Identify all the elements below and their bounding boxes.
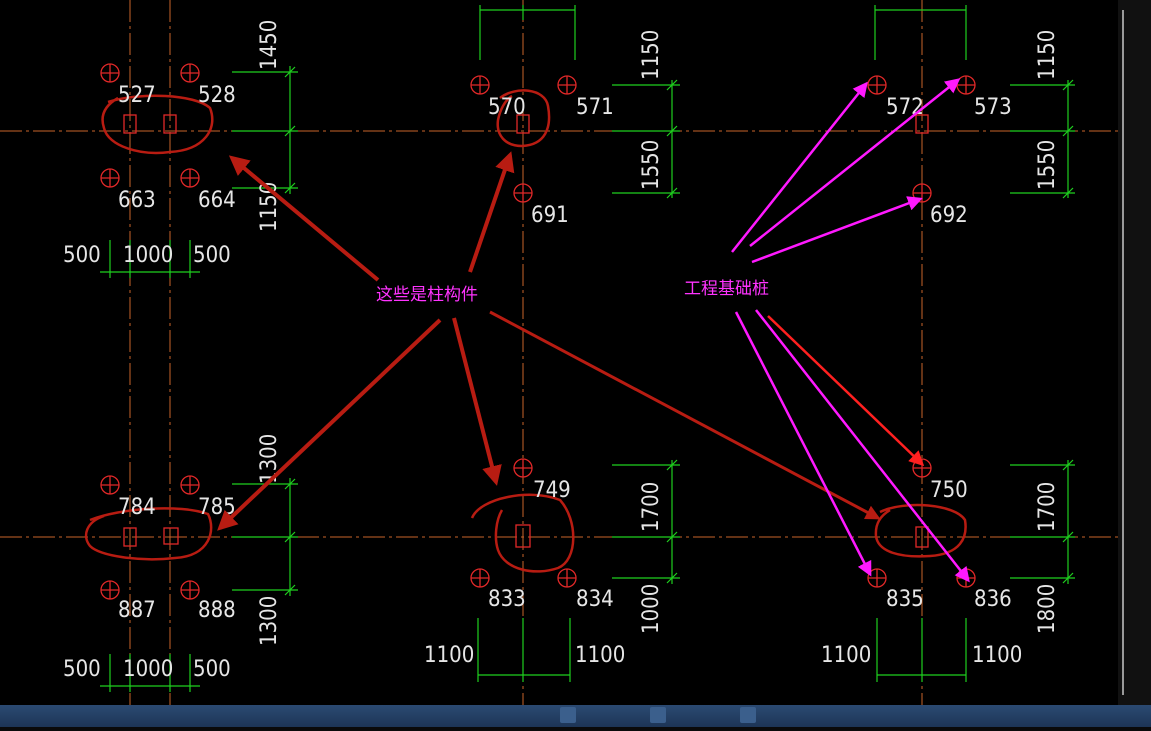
pile-number: 888 [198, 598, 236, 623]
panel-divider [1122, 10, 1148, 695]
pile-icon [180, 168, 200, 188]
dim-text: 500 [193, 243, 231, 268]
pile-icon [956, 75, 976, 95]
pile-icon [513, 458, 533, 478]
pile-number: 749 [533, 478, 571, 503]
pile-icon [513, 183, 533, 203]
dim-text: 1000 [123, 657, 173, 682]
dim-text: 1300 [257, 434, 282, 484]
pile-number: 570 [488, 95, 526, 120]
arrow-icon [228, 155, 380, 282]
pile-number: 692 [930, 203, 968, 228]
pile-icon [180, 580, 200, 600]
pile-number: 664 [198, 188, 236, 213]
pile-icon [180, 63, 200, 83]
column-annotation-label: 这些是柱构件 [376, 285, 478, 305]
dim-text: 1300 [257, 596, 282, 646]
dim-text: 1000 [639, 584, 664, 634]
dim-text: 500 [193, 657, 231, 682]
pile-number: 573 [974, 95, 1012, 120]
bottom-taskbar [0, 705, 1151, 727]
pile-icon [912, 458, 932, 478]
pile-number: 887 [118, 598, 156, 623]
dim-text: 1700 [639, 482, 664, 532]
drawing-svg: 1450 1150 500 1000 500 1150 1550 1150 15… [0, 0, 1118, 705]
pile-icon [867, 568, 887, 588]
dim-text: 1100 [821, 643, 871, 668]
dim-text: 1100 [575, 643, 625, 668]
taskbar-button[interactable] [740, 707, 756, 723]
arrow-icon [751, 196, 923, 264]
pile-icon [867, 75, 887, 95]
pile-number: 750 [930, 478, 968, 503]
arrow-icon [217, 318, 442, 531]
axis-lines [0, 0, 1118, 705]
arrow-icon [755, 309, 970, 583]
dim-text: 500 [63, 657, 101, 682]
pile-number: 572 [886, 95, 924, 120]
arrow-icon [749, 78, 961, 247]
arrow-icon [468, 151, 515, 273]
dim-text: 1450 [257, 20, 282, 70]
pile-number: 528 [198, 83, 236, 108]
pile-number: 836 [974, 587, 1012, 612]
pile-icon [100, 168, 120, 188]
pile-annotation-label: 工程基础桩 [684, 279, 769, 299]
pile-icon [557, 75, 577, 95]
pile-icon [100, 580, 120, 600]
dim-text: 1550 [639, 140, 664, 190]
dim-text: 1700 [1035, 482, 1060, 532]
dim-text: 1150 [1035, 30, 1060, 80]
dim-text: 1100 [424, 643, 474, 668]
pile-number: 571 [576, 95, 614, 120]
dim-text: 1150 [639, 30, 664, 80]
dim-text: 1800 [1035, 584, 1060, 634]
pile-icon [470, 75, 490, 95]
pile-number: 527 [118, 83, 156, 108]
pile-number: 834 [576, 587, 614, 612]
pile-icon [470, 568, 490, 588]
dim-text: 1000 [123, 243, 173, 268]
arrow-icon [452, 317, 502, 486]
pile-icon [180, 475, 200, 495]
pile-number: 663 [118, 188, 156, 213]
arrow-icon [767, 315, 925, 467]
taskbar-button[interactable] [650, 707, 666, 723]
pile-icon [557, 568, 577, 588]
cad-drawing-canvas[interactable]: 1450 1150 500 1000 500 1150 1550 1150 15… [0, 0, 1151, 727]
pile-icon [100, 63, 120, 83]
dim-text: 1550 [1035, 140, 1060, 190]
taskbar-button[interactable] [560, 707, 576, 723]
dim-text: 500 [63, 243, 101, 268]
dim-text: 1100 [972, 643, 1022, 668]
pile-number: 833 [488, 587, 526, 612]
pile-icon [100, 475, 120, 495]
pile-number: 691 [531, 203, 569, 228]
pile-number: 835 [886, 587, 924, 612]
pile-number: 784 [118, 495, 156, 520]
right-panel-edge [1118, 0, 1151, 705]
